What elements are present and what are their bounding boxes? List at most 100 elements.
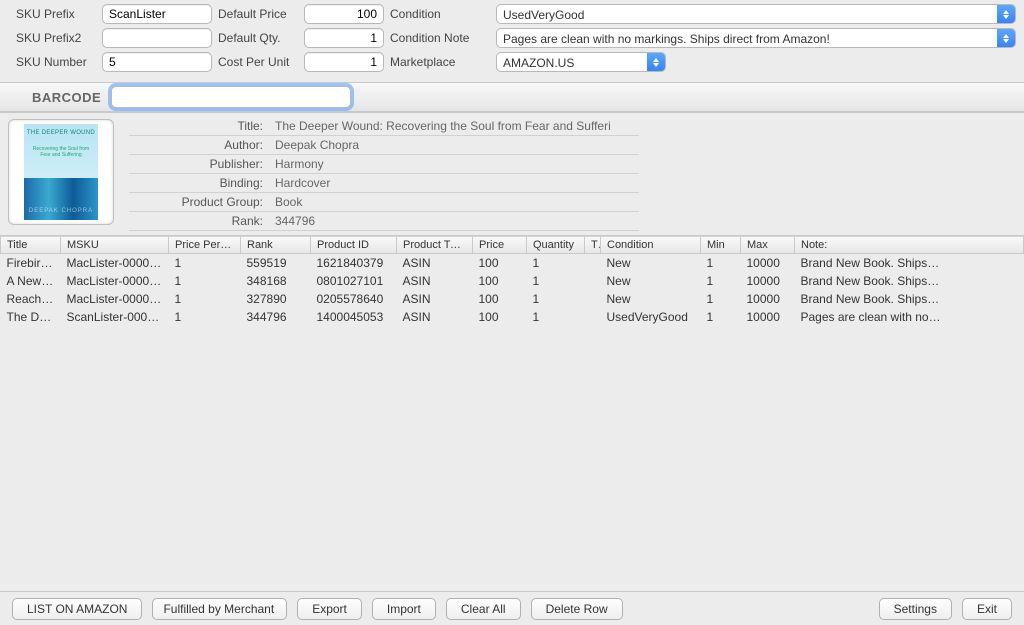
sku-prefix2-input[interactable] [102, 28, 212, 48]
cell-min: 1 [701, 272, 741, 290]
col-max[interactable]: Max [741, 237, 795, 254]
col-t[interactable]: T [585, 237, 601, 254]
cell-msku: MacLister-000002 [61, 254, 169, 273]
cell-qty: 1 [527, 290, 585, 308]
sku-prefix-label: SKU Prefix [16, 7, 96, 21]
col-product-id[interactable]: Product ID [311, 237, 397, 254]
table-header-row: Title MSKU Price Per Unit Rank Product I… [1, 237, 1024, 254]
condition-note-select[interactable]: Pages are clean with no markings. Ships … [496, 28, 1016, 48]
cell-title: A New P… [1, 272, 61, 290]
cell-pid: 0801027101 [311, 272, 397, 290]
cell-ptype: ASIN [397, 308, 473, 326]
cell-max: 10000 [741, 308, 795, 326]
clear-all-button[interactable]: Clear All [446, 598, 521, 620]
dropdown-icon [997, 5, 1015, 23]
cell-title: Firebird… [1, 254, 61, 273]
import-button[interactable]: Import [372, 598, 436, 620]
cell-ptype: ASIN [397, 254, 473, 273]
cell-ptype: ASIN [397, 290, 473, 308]
cell-pid: 0205578640 [311, 290, 397, 308]
sku-prefix-input[interactable] [102, 4, 212, 24]
col-condition[interactable]: Condition [601, 237, 701, 254]
rank-value: 344796 [269, 212, 639, 231]
fulfillment-select[interactable]: Fulfilled by Merchant [152, 598, 287, 620]
rank-label: Rank: [129, 212, 269, 231]
cell-min: 1 [701, 290, 741, 308]
condition-value: UsedVeryGood [497, 5, 997, 23]
cell-price: 100 [473, 290, 527, 308]
listing-table: Title MSKU Price Per Unit Rank Product I… [0, 236, 1024, 326]
marketplace-value: AMAZON.US [497, 53, 647, 71]
table-row[interactable]: The Dee…ScanLister-000…13447961400045053… [1, 308, 1024, 326]
default-qty-input[interactable] [304, 28, 384, 48]
product-detail: THE DEEPER WOUND Recovering the Soul fro… [0, 112, 1024, 236]
exit-button[interactable]: Exit [962, 598, 1012, 620]
dropdown-icon [280, 599, 286, 619]
publisher-label: Publisher: [129, 155, 269, 174]
col-min[interactable]: Min [701, 237, 741, 254]
author-label: Author: [129, 136, 269, 155]
cell-t [585, 272, 601, 290]
sku-number-label: SKU Number [16, 55, 96, 69]
cell-ppu: 1 [169, 254, 241, 273]
cell-note: Pages are clean with no… [795, 308, 1024, 326]
cost-per-unit-input[interactable] [304, 52, 384, 72]
dropdown-icon [647, 53, 665, 71]
cell-t [585, 308, 601, 326]
default-price-input[interactable] [304, 4, 384, 24]
condition-select[interactable]: UsedVeryGood [496, 4, 1016, 24]
cell-max: 10000 [741, 254, 795, 273]
product-group-value: Book [269, 193, 639, 212]
cell-min: 1 [701, 254, 741, 273]
publisher-value: Harmony [269, 155, 639, 174]
barcode-input[interactable] [111, 86, 351, 108]
col-quantity[interactable]: Quantity [527, 237, 585, 254]
bottom-toolbar: LIST ON AMAZON Fulfilled by Merchant Exp… [0, 591, 1024, 625]
col-rank[interactable]: Rank [241, 237, 311, 254]
cell-max: 10000 [741, 272, 795, 290]
cell-t [585, 290, 601, 308]
col-price[interactable]: Price [473, 237, 527, 254]
cell-qty: 1 [527, 272, 585, 290]
cell-rank: 327890 [241, 290, 311, 308]
cell-ppu: 1 [169, 290, 241, 308]
condition-label: Condition [390, 7, 490, 21]
cell-cond: New [601, 272, 701, 290]
col-msku[interactable]: MSKU [61, 237, 169, 254]
sku-number-input[interactable] [102, 52, 212, 72]
col-product-type[interactable]: Product Type [397, 237, 473, 254]
cell-qty: 1 [527, 254, 585, 273]
barcode-label: BARCODE [32, 90, 101, 105]
condition-note-value: Pages are clean with no markings. Ships … [497, 29, 997, 47]
cell-title: The Dee… [1, 308, 61, 326]
cell-ppu: 1 [169, 308, 241, 326]
cell-pid: 1400045053 [311, 308, 397, 326]
cell-note: Brand New Book. Ships… [795, 272, 1024, 290]
settings-button[interactable]: Settings [879, 598, 952, 620]
cell-price: 100 [473, 272, 527, 290]
cell-qty: 1 [527, 308, 585, 326]
cell-msku: MacLister-000001 [61, 290, 169, 308]
col-title[interactable]: Title [1, 237, 61, 254]
marketplace-select[interactable]: AMAZON.US [496, 52, 666, 72]
product-group-label: Product Group: [129, 193, 269, 212]
col-price-per-unit[interactable]: Price Per Unit [169, 237, 241, 254]
cell-price: 100 [473, 254, 527, 273]
table-row[interactable]: A New P…MacLister-0000031348168080102710… [1, 272, 1024, 290]
cell-note: Brand New Book. Ships… [795, 290, 1024, 308]
col-note[interactable]: Note: [795, 237, 1024, 254]
cell-rank: 559519 [241, 254, 311, 273]
delete-row-button[interactable]: Delete Row [531, 598, 623, 620]
sku-prefix2-label: SKU Prefix2 [16, 31, 96, 45]
export-button[interactable]: Export [297, 598, 362, 620]
cell-cond: New [601, 290, 701, 308]
binding-value: Hardcover [269, 174, 639, 193]
default-price-label: Default Price [218, 7, 298, 21]
cell-min: 1 [701, 308, 741, 326]
cell-title: Reachin… [1, 290, 61, 308]
table-row[interactable]: Firebird…MacLister-000002155951916218403… [1, 254, 1024, 273]
cell-rank: 348168 [241, 272, 311, 290]
default-qty-label: Default Qty. [218, 31, 298, 45]
list-on-amazon-button[interactable]: LIST ON AMAZON [12, 598, 142, 620]
table-row[interactable]: Reachin…MacLister-0000011327890020557864… [1, 290, 1024, 308]
